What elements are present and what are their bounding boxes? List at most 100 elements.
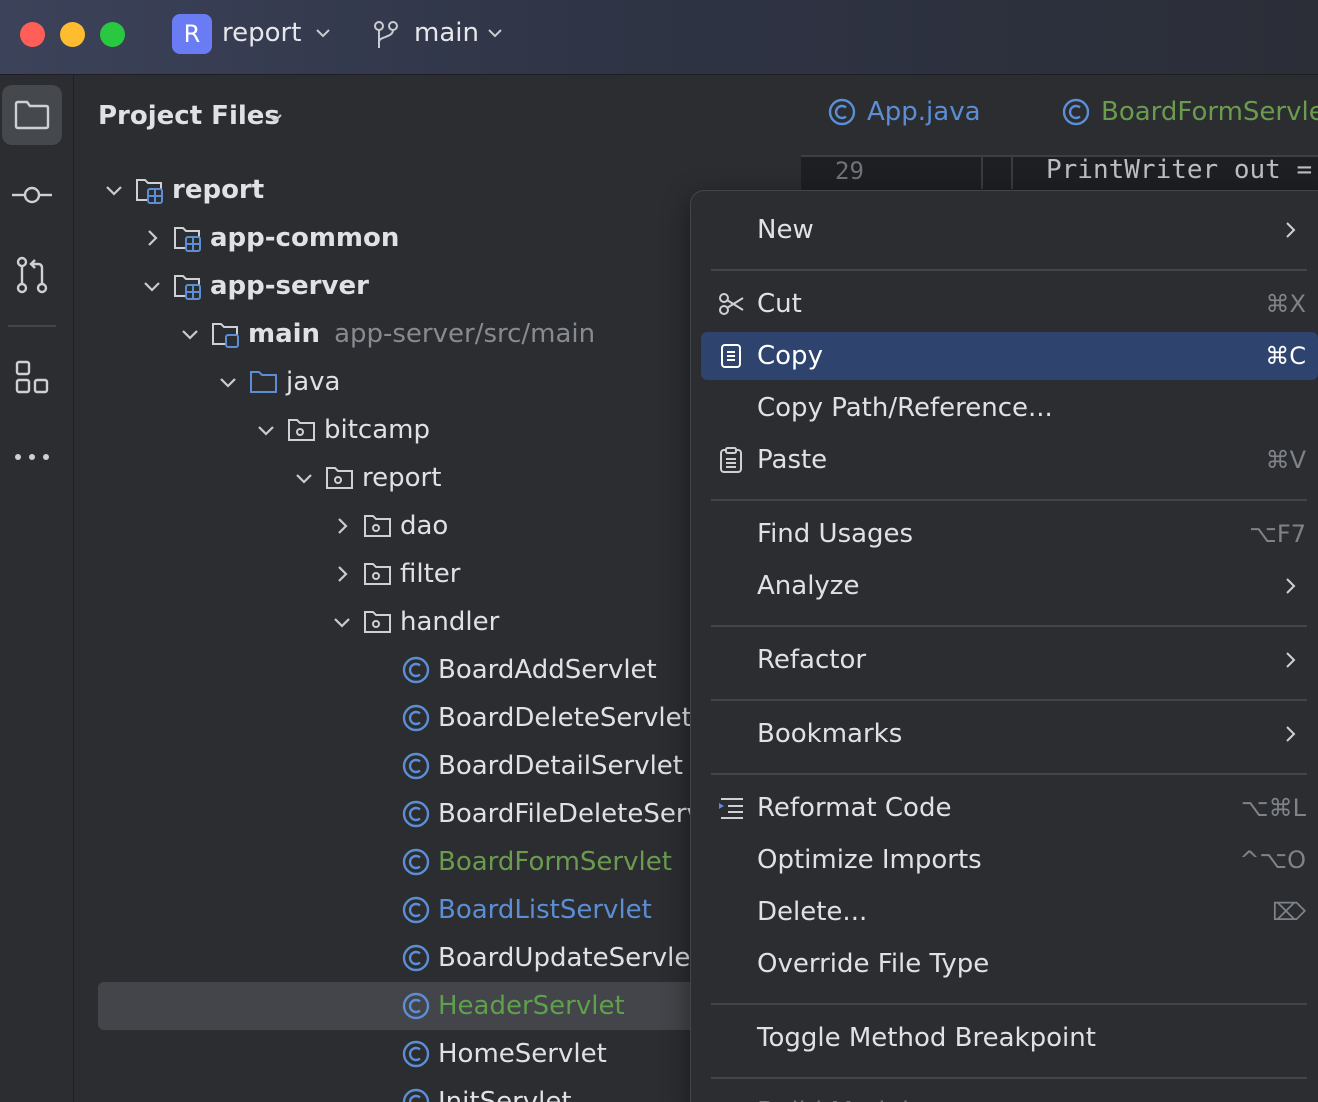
- tree-item-label: report: [172, 175, 265, 205]
- menu-item-paste[interactable]: Paste ⌘V: [701, 436, 1318, 484]
- paste-icon: [720, 447, 742, 473]
- chevron-down-icon[interactable]: [330, 610, 354, 634]
- close-window-button[interactable]: [20, 22, 45, 47]
- tree-item[interactable]: report: [98, 454, 778, 502]
- tab-board-form-servlet[interactable]: BoardFormServlet: [1061, 97, 1318, 127]
- project-switcher[interactable]: report: [222, 18, 301, 48]
- class-icon: [402, 752, 430, 780]
- commit-tool-button[interactable]: [2, 165, 62, 225]
- class-icon: [402, 1040, 430, 1068]
- minimize-window-button[interactable]: [60, 22, 85, 47]
- tree-item[interactable]: bitcamp: [98, 406, 778, 454]
- commit-icon: [12, 186, 52, 204]
- menu-item-bookmarks[interactable]: Bookmarks: [701, 710, 1318, 758]
- tree-item-label: handler: [400, 607, 500, 637]
- tree-item[interactable]: HomeServlet: [98, 1030, 778, 1078]
- tree-item-label: main: [248, 319, 321, 349]
- chevron-down-icon[interactable]: [486, 24, 504, 42]
- menu-item-label: Delete...: [757, 897, 868, 927]
- tree-item[interactable]: InitServlet: [98, 1078, 778, 1102]
- tree-item[interactable]: main app-server/src/main: [98, 310, 778, 358]
- package-icon: [364, 611, 391, 633]
- pull-requests-tool-button[interactable]: [2, 245, 62, 305]
- tree-item-label: dao: [400, 511, 449, 541]
- chevron-down-icon[interactable]: [102, 178, 126, 202]
- menu-separator: [711, 625, 1307, 627]
- menu-item-new[interactable]: New: [701, 206, 1318, 254]
- menu-item-find-usages[interactable]: Find Usages ⌥F7: [701, 510, 1318, 558]
- chevron-right-icon[interactable]: [330, 514, 354, 538]
- structure-tool-button[interactable]: [2, 347, 62, 407]
- tree-item[interactable]: BoardFormServlet: [98, 838, 778, 886]
- tree-item[interactable]: app-common: [98, 214, 778, 262]
- tree-item[interactable]: HeaderServlet: [98, 982, 778, 1030]
- tree-item-label: HomeServlet: [438, 1039, 607, 1069]
- chevron-down-icon[interactable]: [266, 109, 284, 127]
- tree-item[interactable]: BoardAddServlet: [98, 646, 778, 694]
- more-tools-button[interactable]: [2, 427, 62, 487]
- tree-item[interactable]: BoardDetailServlet: [98, 742, 778, 790]
- tree-item[interactable]: dao: [98, 502, 778, 550]
- chevron-down-icon[interactable]: [140, 274, 164, 298]
- menu-item-toggle-method-breakpoint[interactable]: Toggle Method Breakpoint: [701, 1014, 1318, 1062]
- tree-item[interactable]: java: [98, 358, 778, 406]
- menu-item-label: Build Module: [757, 1097, 925, 1102]
- menu-item-copy[interactable]: Copy ⌘C: [701, 332, 1318, 380]
- chevron-down-icon[interactable]: [216, 370, 240, 394]
- tree-item[interactable]: report: [98, 166, 778, 214]
- more-icon: [15, 454, 49, 460]
- tree-item[interactable]: BoardDeleteServlet: [98, 694, 778, 742]
- menu-item-optimize-imports[interactable]: Optimize Imports ^⌥O: [701, 836, 1318, 884]
- menu-item-refactor[interactable]: Refactor: [701, 636, 1318, 684]
- menu-item-copy-path-reference[interactable]: Copy Path/Reference...: [701, 384, 1318, 432]
- project-badge[interactable]: R: [172, 14, 212, 54]
- menu-item-reformat-code[interactable]: Reformat Code ⌥⌘L: [701, 784, 1318, 832]
- code-line[interactable]: PrintWriter out =: [1046, 155, 1312, 185]
- menu-item-cut[interactable]: Cut ⌘X: [701, 280, 1318, 328]
- menu-item-label: Toggle Method Breakpoint: [757, 1023, 1096, 1053]
- menu-item-label: Paste: [757, 445, 828, 475]
- menu-item-label: Refactor: [757, 645, 867, 675]
- branch-switcher[interactable]: main: [414, 18, 479, 48]
- chevron-right-icon[interactable]: [330, 562, 354, 586]
- package-icon: [326, 467, 353, 489]
- tree-item-label: bitcamp: [324, 415, 430, 445]
- tree-item[interactable]: handler: [98, 598, 778, 646]
- menu-separator: [711, 1077, 1307, 1079]
- tree-item[interactable]: filter: [98, 550, 778, 598]
- menu-item-analyze[interactable]: Analyze: [701, 562, 1318, 610]
- tree-item[interactable]: BoardListServlet: [98, 886, 778, 934]
- chevron-right-icon[interactable]: [140, 226, 164, 250]
- tree-item[interactable]: BoardFileDeleteServ: [98, 790, 778, 838]
- tree-item[interactable]: BoardUpdateServlet: [98, 934, 778, 982]
- chevron-right-icon: [1286, 726, 1296, 742]
- pull-request-icon: [16, 256, 48, 294]
- tree-item-label: BoardAddServlet: [438, 655, 657, 685]
- menu-item-delete[interactable]: Delete... ⌦: [701, 888, 1318, 936]
- chevron-down-icon[interactable]: [254, 418, 278, 442]
- chevron-down-icon[interactable]: [292, 466, 316, 490]
- menu-item-override-file-type[interactable]: Override File Type: [701, 940, 1318, 988]
- chevron-down-icon[interactable]: [178, 322, 202, 346]
- tree-item-label: app-common: [210, 223, 400, 253]
- tree-item-label: BoardUpdateServlet: [438, 943, 701, 973]
- panel-title[interactable]: Project Files: [98, 101, 280, 131]
- tree-item-label: BoardListServlet: [438, 895, 652, 925]
- tree-item-path-hint: app-server/src/main: [334, 319, 596, 349]
- tab-label: App.java: [867, 97, 981, 127]
- menu-item-shortcut: ⌘C: [1265, 342, 1306, 370]
- scissors-icon: [719, 293, 744, 315]
- tree-item[interactable]: app-server: [98, 262, 778, 310]
- module-folder-icon: [174, 227, 201, 252]
- package-icon: [364, 563, 391, 585]
- maximize-window-button[interactable]: [100, 22, 125, 47]
- project-tool-button[interactable]: [2, 85, 62, 145]
- gutter-divider: [981, 157, 983, 189]
- chevron-down-icon[interactable]: [314, 24, 332, 42]
- tab-app-java[interactable]: App.java: [827, 97, 981, 127]
